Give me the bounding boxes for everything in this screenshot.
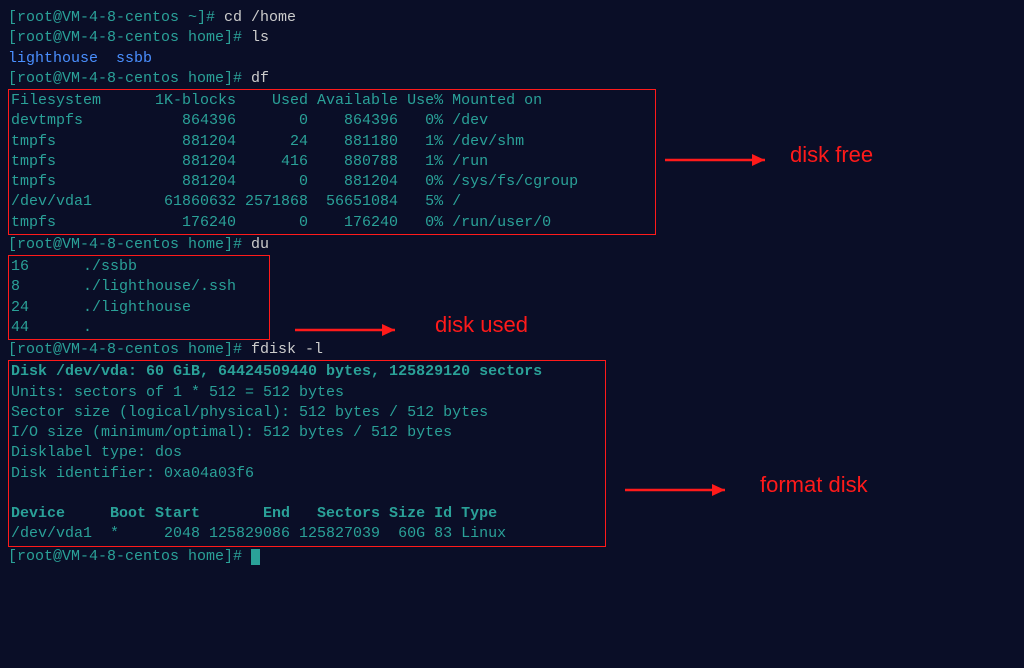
cmd-fdisk: [root@VM-4-8-centos home]# fdisk -l xyxy=(8,340,1016,360)
df-row: devtmpfs 864396 0 864396 0% /dev xyxy=(11,111,653,131)
df-row: tmpfs 881204 416 880788 1% /run xyxy=(11,152,653,172)
fdisk-part-row: /dev/vda1 * 2048 125829086 125827039 60G… xyxy=(11,524,603,544)
fdisk-ident: Disk identifier: 0xa04a03f6 xyxy=(11,464,603,484)
df-row: tmpfs 881204 24 881180 1% /dev/shm xyxy=(11,132,653,152)
fdisk-blank xyxy=(11,484,603,504)
df-row: tmpfs 176240 0 176240 0% /run/user/0 xyxy=(11,213,653,233)
fdisk-disk-header: Disk /dev/vda: 60 GiB, 64424509440 bytes… xyxy=(11,362,603,382)
ls-output: lighthouse ssbb xyxy=(8,49,1016,69)
fdisk-sector: Sector size (logical/physical): 512 byte… xyxy=(11,403,603,423)
du-output-box: 16 ./ssbb 8 ./lighthouse/.ssh 24 ./light… xyxy=(8,255,270,340)
fdisk-part-header: Device Boot Start End Sectors Size Id Ty… xyxy=(11,504,603,524)
label-disk-free: disk free xyxy=(790,140,873,170)
df-output-box: Filesystem 1K-blocks Used Available Use%… xyxy=(8,89,656,235)
fdisk-io: I/O size (minimum/optimal): 512 bytes / … xyxy=(11,423,603,443)
fdisk-label: Disklabel type: dos xyxy=(11,443,603,463)
label-disk-used: disk used xyxy=(435,310,528,340)
du-row: 16 ./ssbb xyxy=(11,257,267,277)
cursor-icon xyxy=(251,549,260,565)
df-row: tmpfs 881204 0 881204 0% /sys/fs/cgroup xyxy=(11,172,653,192)
final-prompt: [root@VM-4-8-centos home]# xyxy=(8,547,1016,567)
cmd-df: [root@VM-4-8-centos home]# df xyxy=(8,69,1016,89)
df-header: Filesystem 1K-blocks Used Available Use%… xyxy=(11,91,653,111)
du-row: 8 ./lighthouse/.ssh xyxy=(11,277,267,297)
cmd-du: [root@VM-4-8-centos home]# du xyxy=(8,235,1016,255)
df-row: /dev/vda1 61860632 2571868 56651084 5% / xyxy=(11,192,653,212)
cmd-ls: [root@VM-4-8-centos home]# ls xyxy=(8,28,1016,48)
cmd-cd: [root@VM-4-8-centos ~]# cd /home xyxy=(8,8,1016,28)
du-row: 44 . xyxy=(11,318,267,338)
fdisk-units: Units: sectors of 1 * 512 = 512 bytes xyxy=(11,383,603,403)
label-format-disk: format disk xyxy=(760,470,868,500)
du-row: 24 ./lighthouse xyxy=(11,298,267,318)
fdisk-output-box: Disk /dev/vda: 60 GiB, 64424509440 bytes… xyxy=(8,360,606,546)
